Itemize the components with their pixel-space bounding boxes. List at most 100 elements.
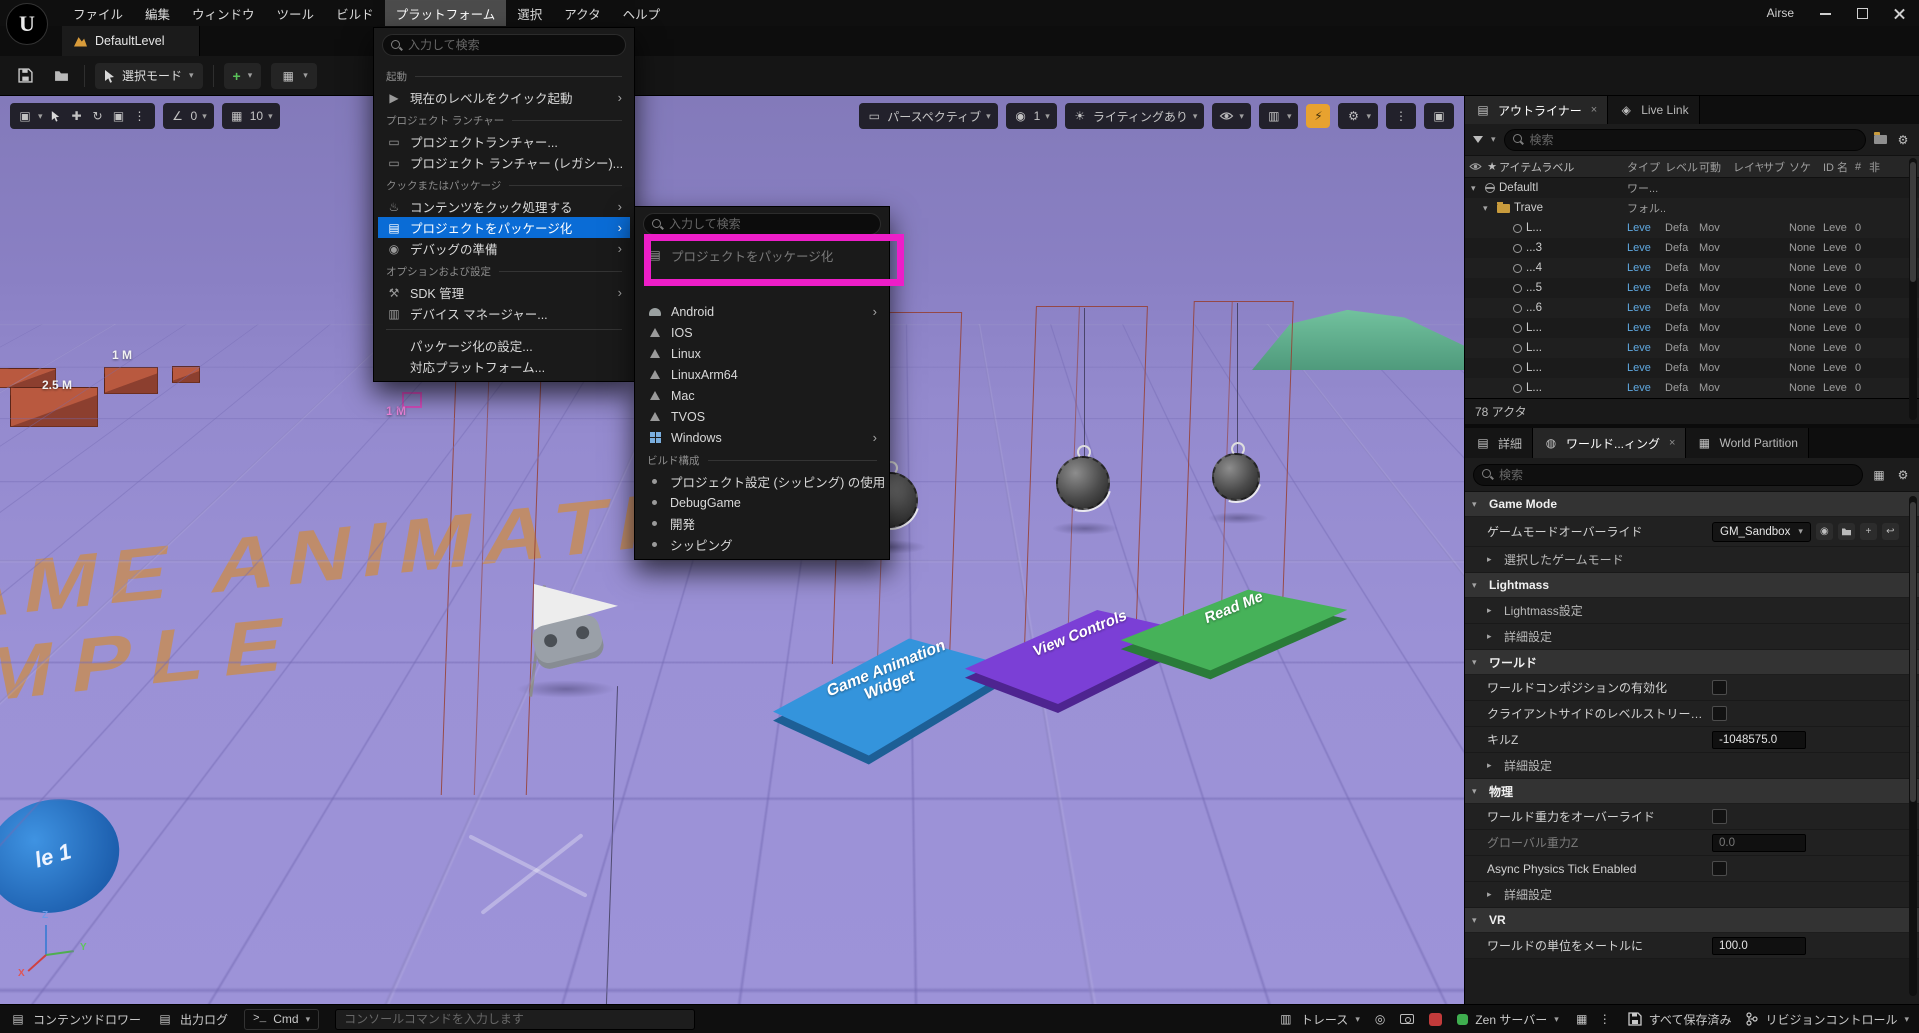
build-config-item[interactable]: シッピング [639, 534, 885, 555]
expanded-arrow-icon[interactable]: ▾ [1483, 203, 1493, 214]
compile-icon[interactable]: ◉ [1816, 523, 1833, 540]
outliner-scrollbar[interactable] [1909, 158, 1917, 420]
display-options-icon[interactable]: ▦ [1871, 468, 1887, 482]
submenu-item-tvos[interactable]: TVOS › [639, 406, 885, 427]
menu-file[interactable]: ファイル [62, 0, 134, 26]
tab-world-partition[interactable]: ▦ World Partition [1686, 428, 1808, 458]
submenu-item-mac[interactable]: Mac › [639, 385, 885, 406]
visibility-column-icon[interactable] [1465, 161, 1485, 173]
submenu-item-android[interactable]: Android › [639, 301, 885, 322]
menu-tools[interactable]: ツール [266, 0, 326, 26]
reset-icon[interactable]: ↩ [1882, 523, 1899, 540]
cmd-dropdown[interactable]: >_ Cmd ▾ [244, 1009, 319, 1030]
menu-item-supported-platforms[interactable]: 対応プラットフォーム... [378, 356, 630, 377]
derived-data-button[interactable]: ▦ ⋮ [1574, 1012, 1613, 1026]
scale-tool-button[interactable]: ▣ [111, 109, 127, 123]
menu-item-quick-launch[interactable]: ▶ 現在のレベルをクイック起動 › [378, 87, 630, 108]
close-tab-icon[interactable]: × [1591, 104, 1597, 116]
output-log-button[interactable]: ▤ 出力ログ [157, 1011, 228, 1028]
outliner-actor-row[interactable]: L... Leve Defa Mov None Leve 0 [1465, 378, 1919, 398]
row-lightmass-settings[interactable]: ▸Lightmass設定 [1465, 598, 1919, 624]
category-game-mode[interactable]: ▾ Game Mode [1465, 492, 1919, 517]
submenu-item-windows[interactable]: Windows › [639, 427, 885, 448]
outliner-search-input[interactable] [1530, 133, 1857, 147]
menu-platforms[interactable]: プラットフォーム [385, 0, 507, 26]
filter-icon[interactable] [1473, 136, 1483, 143]
column-item-label[interactable]: アイテムラベル [1499, 159, 1627, 175]
submenu-item-linuxarm64[interactable]: LinuxArm64 › [639, 364, 885, 385]
visibility-dropdown[interactable]: ▾ [1212, 103, 1251, 129]
async-physics-checkbox[interactable] [1712, 861, 1727, 876]
client-streaming-checkbox[interactable] [1712, 706, 1727, 721]
viewport-settings-dropdown[interactable]: ⚙ ▾ [1338, 103, 1378, 129]
outliner-actor-row[interactable]: ...5 Leve Defa Mov None Leve 0 [1465, 278, 1919, 298]
insights-button[interactable]: ◎ [1375, 1012, 1385, 1026]
browse-icon[interactable] [1838, 523, 1855, 540]
platform-menu-search-input[interactable] [408, 38, 617, 52]
menu-build[interactable]: ビルド [325, 0, 385, 26]
revision-control-dropdown[interactable]: リビジョンコントロール ▾ [1746, 1011, 1909, 1028]
row-lightmass-advanced[interactable]: ▸詳細設定 [1465, 624, 1919, 650]
move-tool-button[interactable]: ✚ [69, 109, 85, 123]
menu-item-device-manager[interactable]: ▥ デバイス マネージャー... [378, 303, 630, 324]
add-folder-icon[interactable] [1874, 135, 1887, 144]
report-bug-button[interactable] [1429, 1013, 1442, 1026]
outliner-actor-row[interactable]: L... Leve Defa Mov None Leve 0 [1465, 358, 1919, 378]
outliner-row-world[interactable]: ▾ DefaultI ワー... [1465, 178, 1919, 198]
menu-item-project-launcher[interactable]: ▭ プロジェクトランチャー... [378, 131, 630, 152]
outliner-row-folder[interactable]: ▾ Trave フォル... [1465, 198, 1919, 218]
details-search-input[interactable] [1499, 468, 1854, 482]
outliner-actor-row[interactable]: L... Leve Defa Mov None Leve 0 [1465, 218, 1919, 238]
save-button[interactable] [12, 63, 38, 89]
blueprints-dropdown[interactable]: ▦ ▾ [271, 63, 317, 89]
unreal-logo-icon[interactable]: U [6, 3, 48, 45]
gamemode-dropdown[interactable]: GM_Sandbox ▾ [1712, 522, 1811, 542]
world-to-meters-input[interactable]: 100.0 [1712, 937, 1806, 955]
tab-details[interactable]: ▤ 詳細 [1465, 428, 1533, 458]
details-settings-icon[interactable]: ⚙ [1895, 468, 1911, 482]
viewport-more-menu[interactable]: ⋮ [1386, 103, 1416, 129]
submenu-search-input[interactable] [669, 217, 872, 231]
outliner-actor-row[interactable]: ...3 Leve Defa Mov None Leve 0 [1465, 238, 1919, 258]
menu-item-packaging-settings[interactable]: パッケージ化の設定... [378, 335, 630, 356]
menu-window[interactable]: ウィンドウ [181, 0, 266, 26]
submenu-item-linux[interactable]: Linux › [639, 343, 885, 364]
tab-world-settings[interactable]: ◍ ワールド...ィング × [1533, 428, 1686, 458]
menu-item-cook-content[interactable]: ♨ コンテンツをクック処理する › [378, 196, 630, 217]
show-flags-dropdown[interactable]: ▥ ▾ [1259, 103, 1299, 129]
expanded-arrow-icon[interactable]: ▾ [1471, 183, 1481, 194]
maximize-viewport-button[interactable]: ▣ [1424, 103, 1454, 129]
pin-column-icon[interactable]: ★ [1485, 160, 1499, 173]
row-selected-gamemode[interactable]: ▸選択したゲームモード [1465, 547, 1919, 573]
kill-z-input[interactable]: -1048575.0 [1712, 731, 1806, 749]
transform-space-dropdown[interactable]: ▣ [17, 109, 33, 123]
add-actor-dropdown[interactable]: + ▾ [224, 63, 262, 89]
screenshot-button[interactable] [1400, 1014, 1414, 1024]
category-physics[interactable]: ▾ 物理 [1465, 779, 1919, 804]
console-command-input[interactable] [344, 1012, 686, 1026]
details-scrollbar[interactable] [1909, 496, 1917, 996]
trace-dropdown[interactable]: ▥ トレース ▾ [1278, 1011, 1360, 1028]
category-lightmass[interactable]: ▾ Lightmass [1465, 573, 1919, 598]
rotation-snap-control[interactable]: ∠ 0 ▾ [163, 103, 214, 129]
close-button[interactable] [1894, 8, 1905, 19]
source-control-save-button[interactable]: すべて保存済み [1628, 1011, 1732, 1028]
menu-item-package-project[interactable]: ▤ プロジェクトをパッケージ化 › [378, 217, 630, 238]
row-world-advanced[interactable]: ▸詳細設定 [1465, 753, 1919, 779]
zen-server-dropdown[interactable]: Zen サーバー ▾ [1457, 1011, 1558, 1028]
build-config-item[interactable]: プロジェクト設定 (シッピング) の使用 [639, 471, 885, 492]
build-config-item[interactable]: 開発 [639, 513, 885, 534]
outliner-actor-row[interactable]: L... Leve Defa Mov None Leve 0 [1465, 318, 1919, 338]
content-browser-button[interactable] [48, 63, 74, 89]
maximize-button[interactable] [1857, 8, 1868, 19]
menu-select[interactable]: 選択 [506, 0, 553, 26]
menu-item-project-launcher-legacy[interactable]: ▭ プロジェクト ランチャー (レガシー)... [378, 152, 630, 173]
camera-speed-control[interactable]: ◉ 1 ▾ [1006, 103, 1057, 129]
category-vr[interactable]: ▾ VR [1465, 908, 1919, 933]
game-view-toggle[interactable]: ⚡ [1306, 104, 1330, 128]
editor-mode-dropdown[interactable]: 選択モード ▾ [95, 63, 203, 89]
add-icon[interactable]: + [1860, 523, 1877, 540]
rotate-tool-button[interactable]: ↻ [90, 109, 106, 123]
close-tab-icon[interactable]: × [1669, 437, 1675, 449]
select-tool-button[interactable] [48, 110, 64, 122]
